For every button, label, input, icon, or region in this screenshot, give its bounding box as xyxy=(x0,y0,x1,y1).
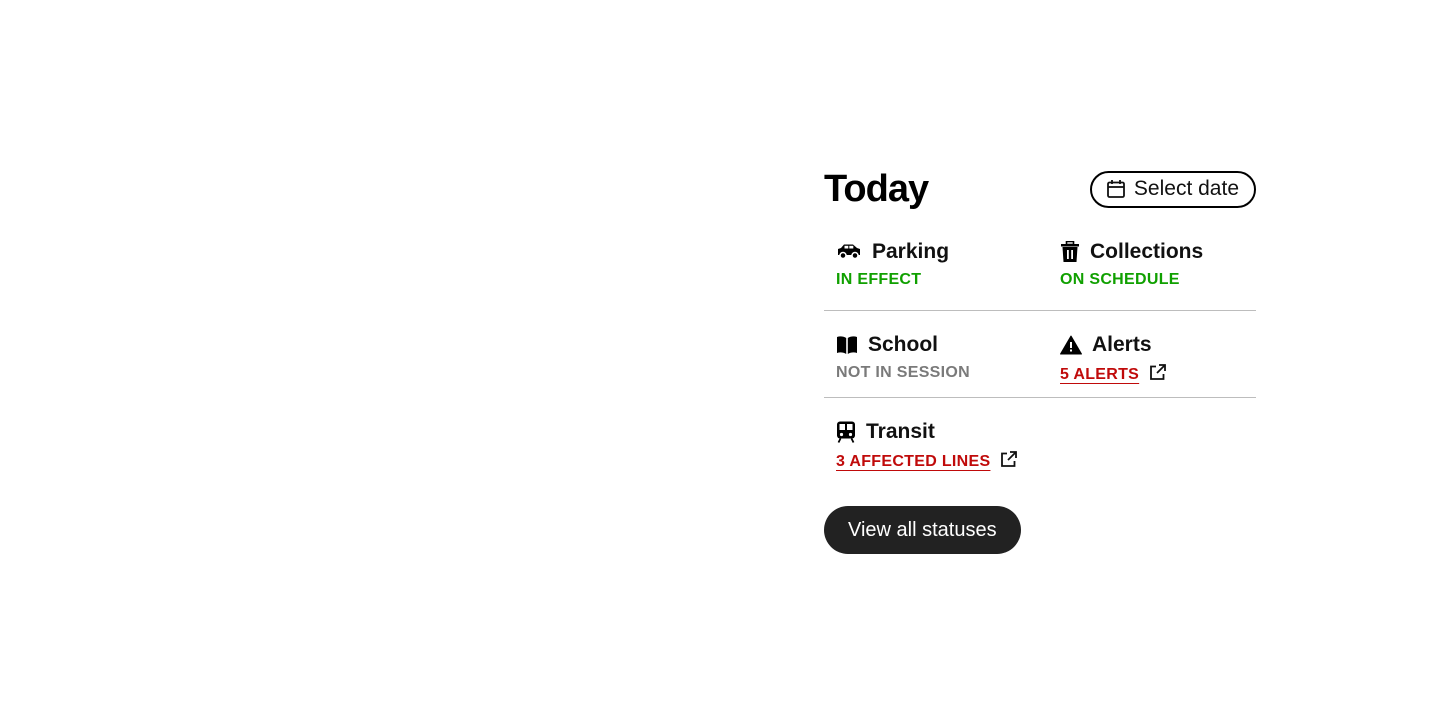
status-grid: Parking IN EFFECT Collections ON SCHEDUL… xyxy=(824,238,1256,478)
status-title: Transit xyxy=(866,420,935,443)
status-row: Parking IN EFFECT Collections ON SCHEDUL… xyxy=(824,238,1256,311)
trash-icon xyxy=(1060,241,1080,263)
status-title: Parking xyxy=(872,240,950,263)
status-row: Transit 3 AFFECTED LINES xyxy=(824,398,1256,478)
status-alerts: Alerts 5 ALERTS xyxy=(1048,311,1256,397)
status-title: Alerts xyxy=(1092,333,1152,356)
select-date-button[interactable]: Select date xyxy=(1089,170,1256,208)
status-value: 3 AFFECTED LINES xyxy=(836,451,1048,473)
panel-header: Today Select date xyxy=(824,170,1256,208)
status-value: NOT IN SESSION xyxy=(836,364,970,381)
status-value: IN EFFECT xyxy=(836,271,922,288)
alerts-link[interactable]: 5 ALERTS xyxy=(1060,366,1139,384)
status-school: School NOT IN SESSION xyxy=(824,311,1048,397)
calendar-icon xyxy=(1106,179,1126,199)
status-parking: Parking IN EFFECT xyxy=(824,238,1048,310)
transit-link[interactable]: 3 AFFECTED LINES xyxy=(836,453,990,471)
status-panel: Today Select date Parking IN EFFECT Coll… xyxy=(824,170,1256,554)
select-date-label: Select date xyxy=(1133,177,1239,200)
warning-icon xyxy=(1060,335,1082,355)
status-title: School xyxy=(868,333,939,356)
page-title: Today xyxy=(824,168,929,210)
train-icon xyxy=(836,421,856,443)
status-row: School NOT IN SESSION Alerts 5 ALERTS xyxy=(824,311,1256,398)
status-transit: Transit 3 AFFECTED LINES xyxy=(824,398,1048,478)
book-icon xyxy=(836,335,858,355)
view-all-statuses-button[interactable]: View all statuses xyxy=(824,506,1021,554)
status-value: 5 ALERTS xyxy=(1060,364,1256,386)
car-icon xyxy=(836,243,862,261)
external-link-icon[interactable] xyxy=(1149,364,1167,386)
external-link-icon[interactable] xyxy=(1000,451,1018,473)
status-title: Collections xyxy=(1090,240,1204,263)
status-collections: Collections ON SCHEDULE xyxy=(1048,238,1256,310)
status-value: ON SCHEDULE xyxy=(1060,271,1180,288)
